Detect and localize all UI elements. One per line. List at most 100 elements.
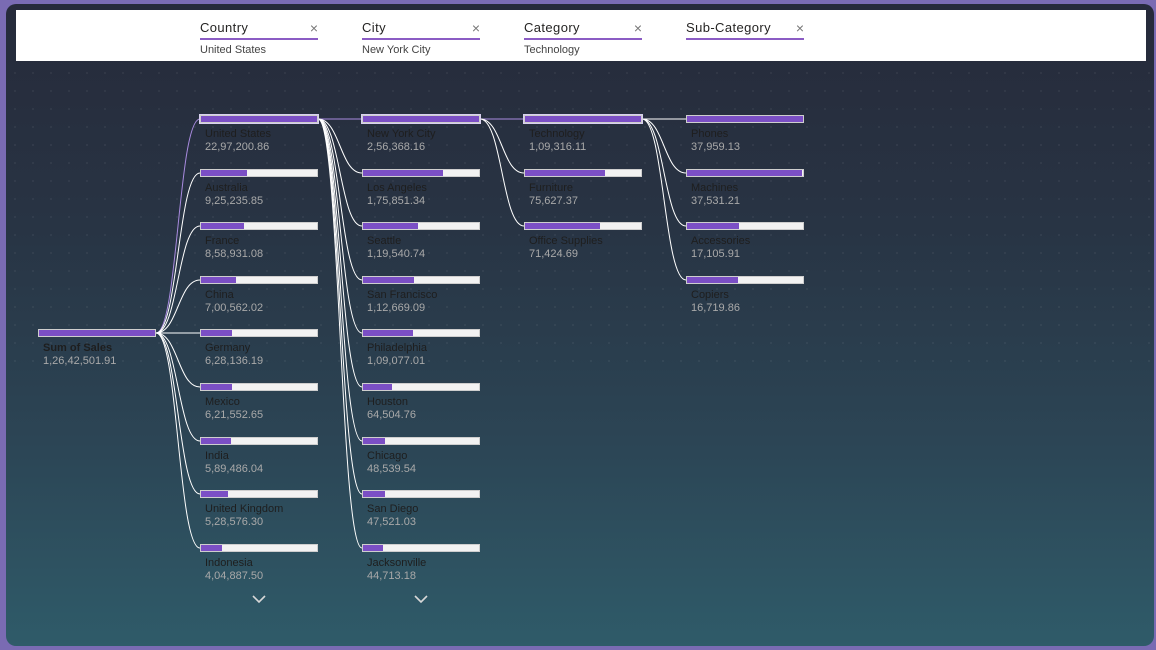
node-value: 71,424.69 <box>529 248 578 260</box>
node-value: 1,19,540.74 <box>367 248 426 260</box>
connector-line <box>641 118 687 174</box>
node-label: India <box>205 450 229 462</box>
node-label: Copiers <box>691 289 729 301</box>
node-value: 1,26,42,501.91 <box>43 355 117 367</box>
node-bar-fill <box>201 545 222 551</box>
root-node[interactable]: Sum of Sales 1,26,42,501.91 <box>38 329 156 368</box>
tree-node-technology[interactable]: Technology 1,09,316.11 <box>523 114 643 154</box>
node-label: Technology <box>529 128 585 140</box>
tree-node-san-diego[interactable]: San Diego 47,521.03 <box>362 490 480 529</box>
tree-node-los-angeles[interactable]: Los Angeles 1,75,851.34 <box>362 169 480 208</box>
tree-node-philadelphia[interactable]: Philadelphia 1,09,077.01 <box>362 329 480 368</box>
node-bar[interactable] <box>200 490 318 498</box>
node-bar[interactable] <box>199 114 319 124</box>
node-bar[interactable] <box>686 169 804 177</box>
node-bar[interactable] <box>524 222 642 230</box>
node-value: 2,56,368.16 <box>367 141 426 153</box>
node-value: 1,09,316.11 <box>529 141 587 153</box>
tree-node-new-york-city[interactable]: New York City 2,56,368.16 <box>361 114 481 154</box>
node-label: United Kingdom <box>205 503 284 515</box>
decomposition-tree-visual: Country × United States City × New York … <box>6 4 1154 646</box>
node-label: Australia <box>205 182 248 194</box>
node-bar-fill <box>363 223 418 229</box>
node-value: 7,00,562.02 <box>205 302 264 314</box>
node-bar[interactable] <box>361 114 481 124</box>
node-bar[interactable] <box>200 329 318 337</box>
node-bar[interactable] <box>362 383 480 391</box>
node-label: France <box>205 235 240 247</box>
node-bar[interactable] <box>524 169 642 177</box>
node-label: Phones <box>691 128 729 140</box>
node-bar[interactable] <box>362 169 480 177</box>
node-bar[interactable] <box>686 115 804 123</box>
tree-node-jacksonville[interactable]: Jacksonville 44,713.18 <box>362 544 480 583</box>
connector-line <box>641 118 687 227</box>
connector-line <box>641 118 687 281</box>
tree-node-australia[interactable]: Australia 9,25,235.85 <box>200 169 318 208</box>
node-bar[interactable] <box>523 114 643 124</box>
tree-node-furniture[interactable]: Furniture 75,627.37 <box>524 169 642 208</box>
node-bar[interactable] <box>362 437 480 445</box>
node-label: San Diego <box>367 503 419 515</box>
node-value: 48,539.54 <box>367 463 416 475</box>
node-bar[interactable] <box>200 544 318 552</box>
node-bar-fill <box>201 277 236 283</box>
node-bar-fill <box>363 384 392 390</box>
node-label: Philadelphia <box>367 342 427 354</box>
node-bar[interactable] <box>200 383 318 391</box>
tree-node-houston[interactable]: Houston 64,504.76 <box>362 383 480 422</box>
node-bar[interactable] <box>200 437 318 445</box>
node-label: Jacksonville <box>367 557 427 569</box>
node-label: Chicago <box>367 450 408 462</box>
node-bar[interactable] <box>38 329 156 337</box>
tree-node-seattle[interactable]: Seattle 1,19,540.74 <box>362 222 480 261</box>
node-bar[interactable] <box>362 276 480 284</box>
tree-node-machines[interactable]: Machines 37,531.21 <box>686 169 804 208</box>
node-label: Machines <box>691 182 739 194</box>
node-bar-fill <box>39 330 155 336</box>
node-value: 64,504.76 <box>367 409 416 421</box>
node-label: Indonesia <box>205 557 253 569</box>
tree-node-france[interactable]: France 8,58,931.08 <box>200 222 318 261</box>
tree-node-accessories[interactable]: Accessories 17,105.91 <box>686 222 804 261</box>
tree-node-mexico[interactable]: Mexico 6,21,552.65 <box>200 383 318 422</box>
node-value: 44,713.18 <box>367 570 416 582</box>
node-bar[interactable] <box>686 222 804 230</box>
tree-node-germany[interactable]: Germany 6,28,136.19 <box>200 329 318 368</box>
node-bar[interactable] <box>362 329 480 337</box>
tree-node-united-kingdom[interactable]: United Kingdom 5,28,576.30 <box>200 490 318 529</box>
connector-line <box>155 118 201 334</box>
node-bar-fill <box>687 223 740 229</box>
tree-node-indonesia[interactable]: Indonesia 4,04,887.50 <box>200 544 318 583</box>
node-bar[interactable] <box>686 276 804 284</box>
node-bar[interactable] <box>200 276 318 284</box>
tree-node-phones[interactable]: Phones 37,959.13 <box>686 115 804 154</box>
node-bar-fill <box>687 116 803 122</box>
node-value: 16,719.86 <box>691 302 740 314</box>
node-bar[interactable] <box>362 222 480 230</box>
connector-line <box>317 118 363 549</box>
chevron-down-icon[interactable] <box>249 592 269 606</box>
tree-node-united-states[interactable]: United States 22,97,200.86 <box>199 114 319 154</box>
tree-node-chicago[interactable]: Chicago 48,539.54 <box>362 437 480 476</box>
tree-node-office-supplies[interactable]: Office Supplies 71,424.69 <box>524 222 642 261</box>
node-bar[interactable] <box>200 222 318 230</box>
connector-line <box>317 118 363 388</box>
node-bar[interactable] <box>362 490 480 498</box>
node-bar-fill <box>363 438 386 444</box>
node-bar-fill <box>363 277 415 283</box>
node-bar-fill <box>201 223 244 229</box>
node-value: 1,09,077.01 <box>367 355 426 367</box>
chevron-down-icon[interactable] <box>411 592 431 606</box>
node-label: China <box>205 289 234 301</box>
node-bar-fill <box>687 277 739 283</box>
node-bar-fill <box>687 170 802 176</box>
tree-node-san-francisco[interactable]: San Francisco 1,12,669.09 <box>362 276 480 315</box>
node-bar[interactable] <box>362 544 480 552</box>
node-value: 6,21,552.65 <box>205 409 264 421</box>
node-label: Office Supplies <box>529 235 603 247</box>
node-bar[interactable] <box>200 169 318 177</box>
tree-node-copiers[interactable]: Copiers 16,719.86 <box>686 276 804 315</box>
tree-node-india[interactable]: India 5,89,486.04 <box>200 437 318 476</box>
tree-node-china[interactable]: China 7,00,562.02 <box>200 276 318 315</box>
